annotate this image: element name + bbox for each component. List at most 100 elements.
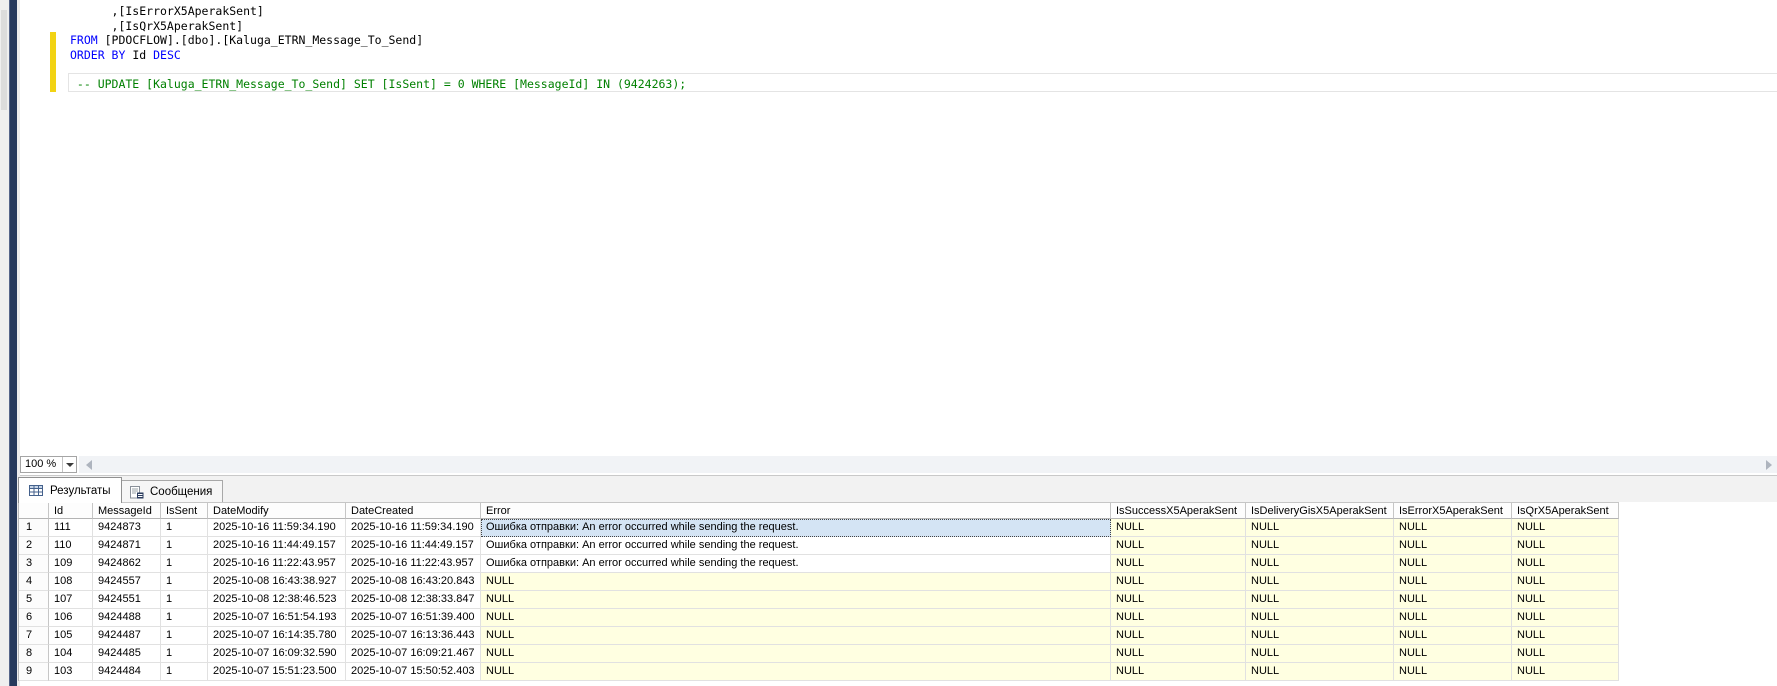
scroll-left-icon[interactable] (86, 460, 92, 470)
grid-cell[interactable]: NULL (1394, 537, 1512, 555)
tab-messages[interactable]: Сообщения (119, 480, 224, 503)
row-header[interactable]: 9 (19, 663, 49, 681)
grid-cell[interactable]: 110 (49, 537, 93, 555)
column-header-IsSent[interactable]: IsSent (161, 502, 208, 519)
grid-cell[interactable]: 1 (161, 627, 208, 645)
grid-cell[interactable]: 1 (161, 519, 208, 537)
row-header[interactable]: 5 (19, 591, 49, 609)
grid-cell[interactable]: NULL (1394, 573, 1512, 591)
grid-cell[interactable]: 104 (49, 645, 93, 663)
column-header-IsSuccessX5AperakSent[interactable]: IsSuccessX5AperakSent (1111, 502, 1246, 519)
grid-cell[interactable]: NULL (1111, 663, 1246, 681)
grid-cell[interactable]: 1 (161, 537, 208, 555)
grid-cell[interactable]: NULL (481, 573, 1111, 591)
grid-cell[interactable]: 9424557 (93, 573, 161, 591)
grid-cell[interactable]: 2025-10-08 16:43:20.843 (346, 573, 481, 591)
grid-cell[interactable]: NULL (1111, 519, 1246, 537)
grid-cell[interactable]: 2025-10-07 16:09:21.467 (346, 645, 481, 663)
grid-cell[interactable]: NULL (1394, 591, 1512, 609)
grid-cell[interactable]: NULL (481, 627, 1111, 645)
grid-cell[interactable]: 9424488 (93, 609, 161, 627)
grid-cell[interactable]: NULL (1246, 591, 1394, 609)
editor-horizontal-scrollbar[interactable] (79, 456, 1777, 473)
grid-cell[interactable]: NULL (1512, 663, 1619, 681)
grid-cell[interactable]: 2025-10-07 15:50:52.403 (346, 663, 481, 681)
grid-cell[interactable]: 2025-10-07 15:51:23.500 (208, 663, 346, 681)
grid-cell[interactable]: 9424551 (93, 591, 161, 609)
code-line-1[interactable]: ,[IsErrorX5AperakSent] (70, 4, 686, 19)
grid-cell[interactable]: NULL (1111, 609, 1246, 627)
row-header[interactable]: 3 (19, 555, 49, 573)
column-header-MessageId[interactable]: MessageId (93, 502, 161, 519)
grid-cell[interactable]: 108 (49, 573, 93, 591)
column-header-IsQrX5AperakSent[interactable]: IsQrX5AperakSent (1512, 502, 1619, 519)
grid-cell[interactable]: 1 (161, 555, 208, 573)
grid-cell[interactable]: 2025-10-07 16:09:32.590 (208, 645, 346, 663)
grid-cell[interactable]: 2025-10-07 16:13:36.443 (346, 627, 481, 645)
grid-cell[interactable]: 9424487 (93, 627, 161, 645)
outer-scrollbar-thumb[interactable] (1, 10, 7, 110)
grid-cell[interactable]: NULL (1111, 591, 1246, 609)
column-header-Id[interactable]: Id (49, 502, 93, 519)
grid-cell[interactable]: NULL (1111, 645, 1246, 663)
grid-cell[interactable]: NULL (1512, 573, 1619, 591)
code-line-6[interactable]: -- UPDATE [Kaluga_ETRN_Message_To_Send] … (70, 77, 686, 92)
grid-cell[interactable]: NULL (1394, 663, 1512, 681)
grid-cell[interactable]: Ошибка отправки: An error occurred while… (481, 519, 1111, 537)
grid-cell[interactable]: NULL (1394, 645, 1512, 663)
grid-cell[interactable]: 9424873 (93, 519, 161, 537)
grid-cell[interactable]: 2025-10-08 12:38:46.523 (208, 591, 346, 609)
code-line-2[interactable]: ,[IsQrX5AperakSent] (70, 19, 686, 34)
grid-cell[interactable]: 2025-10-08 16:43:38.927 (208, 573, 346, 591)
grid-cell[interactable]: NULL (481, 645, 1111, 663)
grid-cell[interactable]: 2025-10-16 11:22:43.957 (346, 555, 481, 573)
sql-editor[interactable]: ,[IsErrorX5AperakSent] ,[IsQrX5AperakSen… (20, 0, 1777, 455)
row-header[interactable]: 2 (19, 537, 49, 555)
results-grid[interactable]: Id MessageId IsSent DateModify DateCreated Er… (18, 502, 1621, 681)
grid-cell[interactable]: 1 (161, 645, 208, 663)
grid-cell[interactable]: 1 (161, 663, 208, 681)
grid-cell[interactable]: NULL (1394, 555, 1512, 573)
code-line-5[interactable] (70, 62, 686, 77)
grid-cell[interactable]: NULL (1512, 609, 1619, 627)
grid-cell[interactable]: NULL (1246, 609, 1394, 627)
grid-cell[interactable]: 2025-10-07 16:51:39.400 (346, 609, 481, 627)
grid-cell[interactable]: NULL (1512, 555, 1619, 573)
grid-cell[interactable]: NULL (1246, 645, 1394, 663)
grid-corner-header[interactable] (19, 502, 49, 519)
grid-cell[interactable]: NULL (1512, 519, 1619, 537)
grid-cell[interactable]: NULL (481, 663, 1111, 681)
grid-cell[interactable]: NULL (1111, 537, 1246, 555)
grid-cell[interactable]: NULL (1246, 537, 1394, 555)
grid-cell[interactable]: Ошибка отправки: An error occurred while… (481, 537, 1111, 555)
row-header[interactable]: 8 (19, 645, 49, 663)
grid-cell[interactable]: 9424862 (93, 555, 161, 573)
grid-cell[interactable]: NULL (1246, 519, 1394, 537)
grid-cell[interactable]: NULL (1394, 609, 1512, 627)
grid-cell[interactable]: 2025-10-16 11:44:49.157 (208, 537, 346, 555)
grid-cell[interactable]: NULL (1512, 591, 1619, 609)
grid-cell[interactable]: NULL (1512, 627, 1619, 645)
grid-cell[interactable]: 9424871 (93, 537, 161, 555)
grid-cell[interactable]: 109 (49, 555, 93, 573)
grid-cell[interactable]: NULL (1512, 645, 1619, 663)
zoom-dropdown-button[interactable] (62, 457, 76, 472)
grid-cell[interactable]: 2025-10-16 11:59:34.190 (346, 519, 481, 537)
grid-cell[interactable]: NULL (1394, 519, 1512, 537)
grid-cell[interactable]: 111 (49, 519, 93, 537)
grid-cell[interactable]: 9424484 (93, 663, 161, 681)
scroll-right-icon[interactable] (1766, 460, 1772, 470)
outer-vertical-scrollbar[interactable] (0, 0, 9, 686)
grid-cell[interactable]: NULL (1246, 663, 1394, 681)
grid-cell[interactable]: 2025-10-16 11:22:43.957 (208, 555, 346, 573)
grid-cell[interactable]: 1 (161, 573, 208, 591)
grid-cell[interactable]: 107 (49, 591, 93, 609)
row-header[interactable]: 1 (19, 519, 49, 537)
tab-results[interactable]: Результаты (18, 477, 122, 503)
column-header-Error[interactable]: Error (481, 502, 1111, 519)
code-text[interactable]: ,[IsErrorX5AperakSent] ,[IsQrX5AperakSen… (70, 4, 686, 91)
grid-cell[interactable]: 2025-10-07 16:51:54.193 (208, 609, 346, 627)
row-header[interactable]: 7 (19, 627, 49, 645)
grid-cell[interactable]: NULL (1246, 627, 1394, 645)
column-header-IsDeliveryGisX5AperakSent[interactable]: IsDeliveryGisX5AperakSent (1246, 502, 1394, 519)
